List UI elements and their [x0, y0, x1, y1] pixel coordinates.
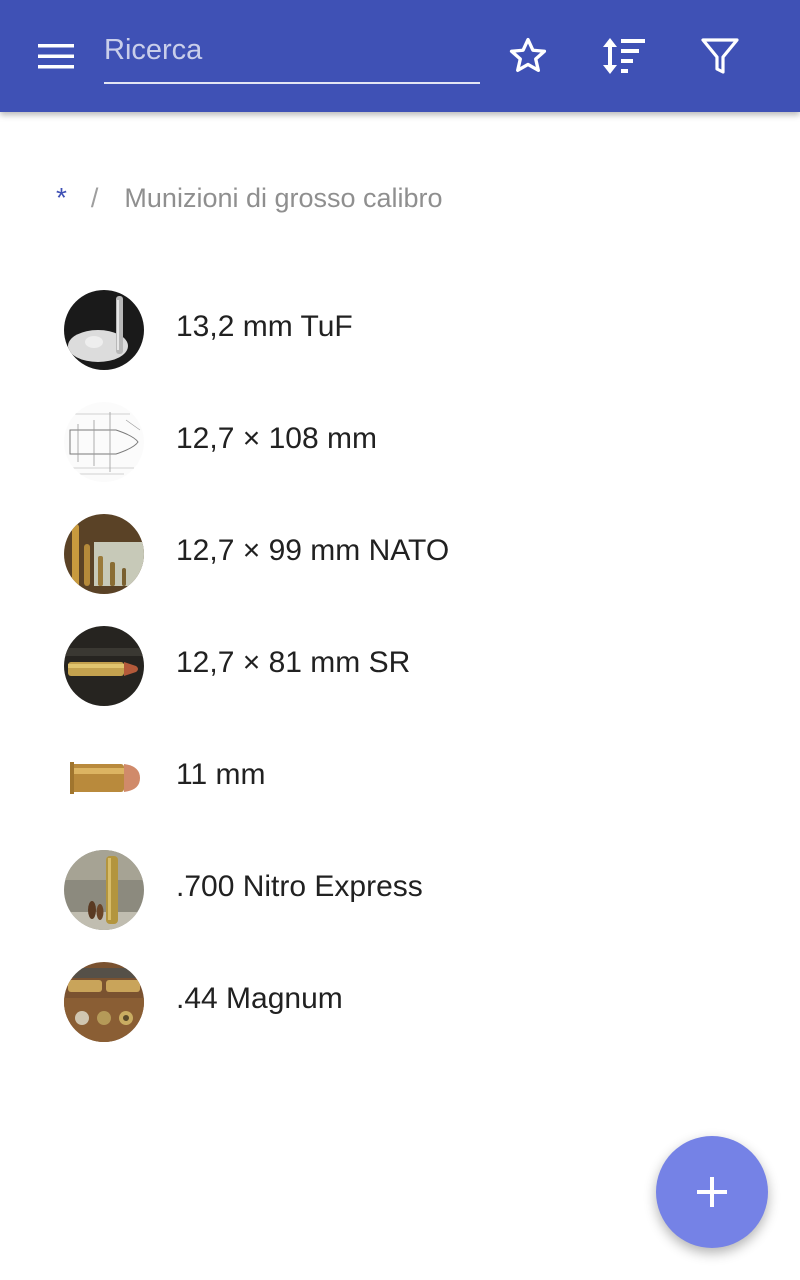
- sort-icon: [603, 38, 645, 74]
- app-bar: [0, 0, 800, 112]
- search-input[interactable]: [104, 28, 474, 72]
- list-item[interactable]: .700 Nitro Express: [0, 834, 800, 946]
- item-thumbnail: [64, 514, 144, 594]
- item-thumbnail: [64, 962, 144, 1042]
- item-label: 12,7 × 99 mm NATO: [176, 534, 450, 567]
- list-item[interactable]: 12,7 × 108 mm: [0, 386, 800, 498]
- item-label: 12,7 × 108 mm: [176, 422, 377, 455]
- search-field: [104, 22, 480, 84]
- breadcrumb-separator: /: [90, 182, 99, 213]
- menu-button[interactable]: [28, 30, 84, 82]
- ammunition-list: 13,2 mm TuF 12,7 × 108 mm 12,7 × 99 mm N…: [0, 274, 800, 1058]
- item-thumbnail: [64, 850, 144, 930]
- item-thumbnail: [64, 626, 144, 706]
- filter-icon: [701, 38, 739, 74]
- star-icon: [509, 37, 547, 73]
- item-thumbnail: [64, 738, 144, 818]
- list-item[interactable]: 11 mm: [0, 722, 800, 834]
- list-item[interactable]: 12,7 × 99 mm NATO: [0, 498, 800, 610]
- item-label: .44 Magnum: [176, 982, 343, 1015]
- filter-button[interactable]: [692, 28, 748, 84]
- list-item[interactable]: .44 Magnum: [0, 946, 800, 1058]
- item-label: 12,7 × 81 mm SR: [176, 646, 411, 679]
- breadcrumb-current: Munizioni di grosso calibro: [124, 182, 443, 213]
- item-thumbnail: [64, 290, 144, 370]
- item-label: 11 mm: [176, 758, 266, 791]
- item-label: .700 Nitro Express: [176, 870, 423, 903]
- favorites-button[interactable]: [500, 28, 556, 84]
- add-button[interactable]: [656, 1136, 768, 1248]
- item-label: 13,2 mm TuF: [176, 310, 353, 343]
- list-item[interactable]: 12,7 × 81 mm SR: [0, 610, 800, 722]
- breadcrumb-root[interactable]: *: [56, 182, 67, 214]
- sort-button[interactable]: [596, 28, 652, 84]
- list-item[interactable]: 13,2 mm TuF: [0, 274, 800, 386]
- add-icon: [697, 1177, 727, 1207]
- item-thumbnail: [64, 402, 144, 482]
- breadcrumb: * / Munizioni di grosso calibro: [56, 176, 443, 220]
- menu-icon: [38, 44, 74, 69]
